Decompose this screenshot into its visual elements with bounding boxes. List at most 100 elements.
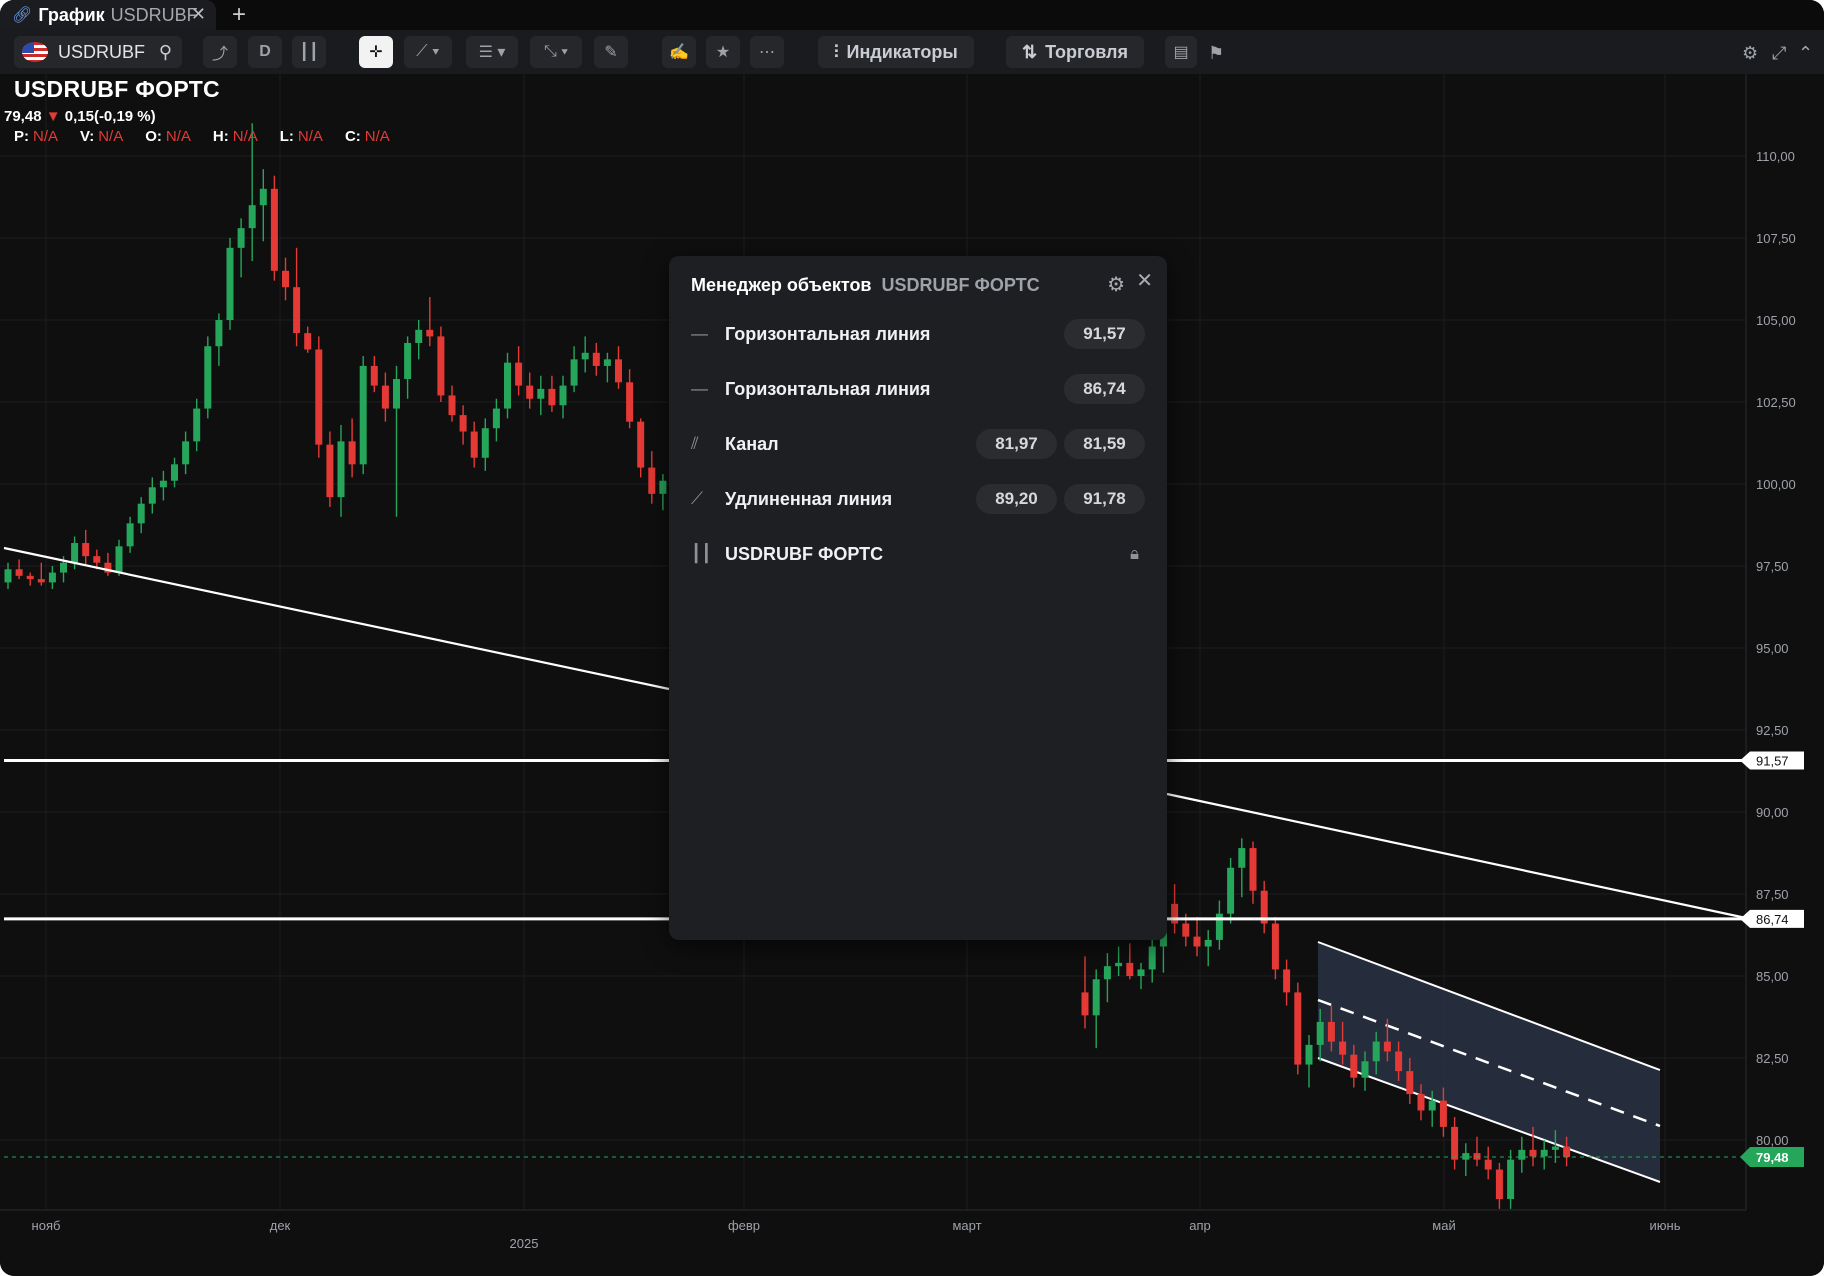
pattern-tool-icon[interactable]: ⤡ ▾	[530, 36, 582, 68]
search-icon[interactable]: ⚲	[159, 42, 172, 63]
panel-subtitle: USDRUBF ФОРТС	[881, 274, 1040, 295]
candles-type-icon[interactable]: ┃┃	[292, 36, 326, 68]
close-icon[interactable]: ✕	[1136, 268, 1153, 293]
indicators-button[interactable]: ⫶ Индикаторы	[818, 36, 974, 68]
candle-body	[1518, 1149, 1526, 1160]
x-tick-label: февр	[728, 1218, 760, 1233]
object-value-pill[interactable]: 91,78	[1064, 484, 1145, 514]
symbol-search[interactable]: USDRUBF ⚲	[14, 36, 182, 68]
candle-body	[581, 352, 589, 360]
legend-last-price: 79,48	[4, 108, 42, 125]
candle-body	[1081, 992, 1089, 1016]
object-value-pill[interactable]: 81,59	[1064, 429, 1145, 459]
gear-icon[interactable]: ⚙	[1107, 272, 1125, 297]
legend-ohlc-value: N/A	[165, 128, 191, 145]
candle-body	[1462, 1153, 1470, 1160]
cursor-tool-icon[interactable]: ✛	[359, 36, 393, 68]
candle-body	[492, 408, 500, 429]
candle-body	[15, 569, 23, 576]
candle-body	[1305, 1044, 1313, 1065]
fib-tool-icon[interactable]: ☰ ▾	[466, 36, 518, 68]
channel-icon: ⫽	[691, 434, 699, 453]
object-row-label: Удлиненная линия	[725, 488, 893, 509]
object-row[interactable]: ⫽ Канал 81,97 81,59	[691, 424, 1145, 464]
candle-body	[393, 379, 400, 409]
panel-title: Менеджер объектов	[691, 274, 872, 295]
object-row[interactable]: — Горизонтальная линия 91,57	[691, 314, 1145, 354]
object-row-label: USDRUBF ФОРТС	[725, 543, 884, 564]
lock-icon[interactable]: 🔒︎	[1130, 544, 1139, 564]
y-tick-label: 92,50	[1756, 723, 1789, 738]
candle-body	[1271, 923, 1279, 970]
tab-title: График	[38, 4, 105, 25]
line-tool-icon[interactable]: ⟋ ▾	[404, 36, 452, 68]
candle-body	[1103, 966, 1111, 980]
candle-body	[659, 480, 667, 494]
trading-icon: ⇅	[1022, 41, 1038, 62]
indicators-icon: ⫶	[834, 41, 839, 62]
legend-quote: 79,48 ▼ 0,15(-0,19 %)	[4, 108, 156, 125]
object-value-pill[interactable]: 81,97	[976, 429, 1057, 459]
legend-ohlc-key: L:	[279, 128, 294, 145]
x-tick-label: 2025	[510, 1236, 539, 1251]
more-icon[interactable]: ⋯	[750, 36, 784, 68]
y-tick-label: 90,00	[1756, 805, 1789, 820]
annotation-tool-icon[interactable]: ✍	[662, 36, 696, 68]
y-tick-label: 85,00	[1756, 969, 1789, 984]
alert-icon[interactable]: ⚑	[1208, 43, 1224, 64]
y-tick-label: 102,50	[1756, 395, 1796, 410]
template-icon[interactable]: ▤	[1165, 36, 1197, 68]
object-row[interactable]: ┃┃ USDRUBF ФОРТС 🔒︎	[691, 534, 1145, 574]
x-tick-label: июнь	[1650, 1218, 1681, 1233]
trading-button[interactable]: ⇅ Торговля	[1006, 36, 1144, 68]
candle-body	[182, 441, 190, 465]
object-row[interactable]: — Горизонтальная линия 86,74	[691, 369, 1145, 409]
candle-body	[259, 188, 267, 206]
brush-tool-icon[interactable]: ✎	[594, 36, 628, 68]
candle-body	[1339, 1041, 1347, 1055]
candle-body	[270, 188, 278, 271]
legend-ohlc-key: H:	[212, 128, 229, 145]
fullscreen-icon[interactable]: ⤢	[1772, 43, 1786, 64]
candle-body	[137, 503, 145, 524]
y-tick-label: 105,00	[1756, 313, 1796, 328]
candle-body	[603, 359, 611, 366]
candle-body	[1182, 923, 1190, 937]
candle-body	[159, 480, 167, 488]
tab-chart[interactable]: 🔗︎ График USDRUBF ✕	[0, 0, 216, 30]
candle-body	[426, 329, 434, 337]
y-tick-label: 80,00	[1756, 1133, 1789, 1148]
close-icon[interactable]: ✕	[191, 4, 206, 25]
collapse-chevron-icon[interactable]: ⌃	[1798, 43, 1813, 64]
object-row[interactable]: ⟋ Удлиненная линия 89,20 91,78	[691, 479, 1145, 519]
interval-button[interactable]: D	[248, 36, 282, 68]
candle-body	[226, 247, 234, 320]
candle-body	[1507, 1159, 1515, 1200]
object-value-pill[interactable]: 89,20	[976, 484, 1057, 514]
candle-body	[1395, 1051, 1403, 1072]
compare-icon[interactable]: ⤴	[203, 36, 237, 68]
candle-body	[126, 523, 134, 547]
object-value-pill[interactable]: 86,74	[1064, 374, 1145, 404]
candle-body	[337, 441, 345, 498]
candle-body	[248, 205, 256, 229]
legend-ohlc: P: N/A V: N/A O: N/A H: N/A L: N/A C: N/A	[14, 128, 390, 145]
candle-body	[515, 362, 523, 386]
x-tick-label: нояб	[32, 1218, 61, 1233]
candle-body	[1439, 1100, 1447, 1127]
candle-body	[1551, 1146, 1559, 1150]
favorites-star-icon[interactable]: ★	[706, 36, 740, 68]
candle-body	[1148, 946, 1156, 970]
candle-body	[559, 385, 567, 406]
candle-body	[537, 388, 545, 399]
settings-gear-icon[interactable]: ⚙	[1742, 43, 1758, 64]
candle-body	[93, 556, 101, 563]
last-price-label: 79,48	[1756, 1150, 1789, 1165]
price-badge-label: 86,74	[1756, 912, 1789, 927]
new-tab-plus-icon[interactable]: +	[232, 1, 246, 29]
candle-body	[1327, 1021, 1335, 1042]
y-tick-label: 100,00	[1756, 477, 1796, 492]
candle-body	[237, 228, 245, 248]
object-value-pill[interactable]: 91,57	[1064, 319, 1145, 349]
candle-body	[171, 464, 178, 481]
